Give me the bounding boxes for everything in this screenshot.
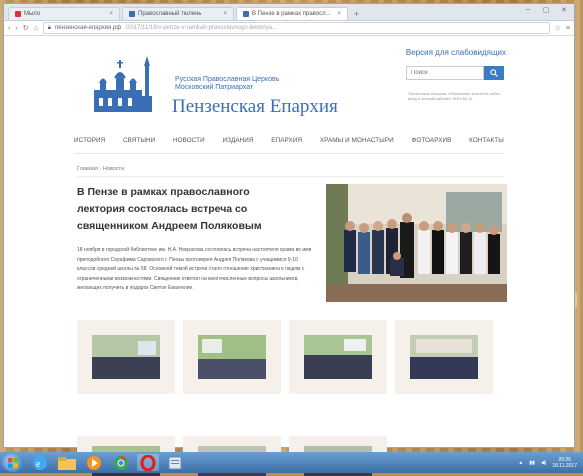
breadcrumb-divider bbox=[77, 176, 504, 177]
mail-favicon-icon bbox=[15, 11, 21, 17]
search-button[interactable] bbox=[484, 66, 504, 80]
header-note: Пензенская епархия, обновление контента … bbox=[408, 91, 501, 101]
nav-item-history[interactable]: ИСТОРИЯ bbox=[74, 137, 105, 149]
patriarchate-name: Московский Патриархат bbox=[175, 84, 254, 91]
search-icon bbox=[490, 69, 498, 77]
bookmark-star-icon[interactable]: ☆ bbox=[555, 24, 561, 32]
site-favicon-icon bbox=[243, 11, 249, 17]
article-body: 18 ноября в городской библиотеке им. Н.А… bbox=[77, 247, 312, 291]
svg-text:e: e bbox=[36, 459, 41, 470]
start-button[interactable] bbox=[2, 453, 24, 472]
gallery-item[interactable] bbox=[183, 320, 281, 394]
site-header: Русская Православная Церковь Московский … bbox=[66, 36, 512, 128]
nav-item-news[interactable]: НОВОСТИ bbox=[173, 137, 205, 149]
clock-date: 18.11.2017 bbox=[552, 462, 577, 469]
tab-label: Мыло bbox=[24, 11, 41, 17]
lock-icon: 🔒︎ bbox=[47, 24, 51, 31]
tab-strip: Мыло × Православный тюлень × В Пензе в р… bbox=[4, 4, 574, 21]
browser-toolbar: ‹ › ↻ ⌂ 🔒︎ пензенская-епархия.рф /2017/1… bbox=[4, 21, 574, 36]
breadcrumb: Главная › Новости bbox=[77, 166, 124, 172]
site-title[interactable]: Пензенская Епархия bbox=[172, 96, 338, 118]
browser-window: Мыло × Православный тюлень × В Пензе в р… bbox=[3, 3, 575, 476]
nav-item-photo-archive[interactable]: ФОТОАРХИВ bbox=[411, 137, 451, 149]
document-app-icon[interactable] bbox=[164, 454, 186, 471]
close-icon[interactable]: × bbox=[337, 11, 341, 17]
opera-icon[interactable] bbox=[137, 454, 159, 471]
address-path: /2017/11/18/v-penze-v-ramkah-pravoslavno… bbox=[125, 25, 277, 31]
forward-icon[interactable]: › bbox=[15, 25, 17, 32]
search-form bbox=[406, 66, 504, 80]
breadcrumb-separator: › bbox=[99, 166, 102, 172]
new-tab-button[interactable]: + bbox=[354, 9, 359, 19]
close-window-icon[interactable]: ✕ bbox=[558, 6, 570, 14]
nav-item-shrines[interactable]: СВЯТЫНИ bbox=[123, 137, 155, 149]
internet-explorer-icon[interactable]: e bbox=[29, 454, 51, 471]
windows-logo-icon bbox=[8, 457, 18, 468]
system-tray: ▲ ▮▮ ◀) 20:26 18.11.2017 bbox=[518, 457, 577, 469]
system-clock[interactable]: 20:26 18.11.2017 bbox=[552, 457, 577, 469]
close-icon[interactable]: × bbox=[223, 11, 227, 17]
tab-label: В Пензе в рамках правосл... bbox=[252, 11, 331, 17]
tab-orthodox[interactable]: Православный тюлень × bbox=[122, 7, 234, 20]
gallery-item[interactable] bbox=[77, 320, 175, 394]
accessibility-version-link[interactable]: Версия для слабовидящих bbox=[406, 48, 506, 57]
nav-item-contacts[interactable]: КОНТАКТЫ bbox=[469, 137, 504, 149]
address-domain: пензенская-епархия.рф bbox=[55, 25, 122, 31]
network-icon[interactable]: ▮▮ bbox=[529, 460, 535, 466]
minimize-icon[interactable]: – bbox=[522, 6, 534, 14]
main-navigation: ИСТОРИЯ СВЯТЫНИ НОВОСТИ ИЗДАНИЯ ЕПАРХИЯ … bbox=[66, 137, 512, 149]
cathedral-logo-icon[interactable] bbox=[90, 54, 154, 114]
home-icon[interactable]: ⌂ bbox=[34, 25, 38, 32]
nav-item-eparchy[interactable]: ЕПАРХИЯ bbox=[271, 137, 302, 149]
address-bar[interactable]: 🔒︎ пензенская-епархия.рф /2017/11/18/v-p… bbox=[42, 22, 550, 34]
file-explorer-icon[interactable] bbox=[56, 454, 78, 471]
church-name: Русская Православная Церковь bbox=[175, 76, 280, 83]
nav-item-publications[interactable]: ИЗДАНИЯ bbox=[222, 137, 253, 149]
windows-taskbar: e ▲ ▮▮ ◀) 20:26 18.11.2017 bbox=[0, 452, 583, 473]
reload-icon[interactable]: ↻ bbox=[23, 24, 29, 32]
nav-divider bbox=[74, 153, 504, 154]
media-player-icon[interactable] bbox=[83, 454, 105, 471]
window-controls: – ▢ ✕ bbox=[522, 6, 570, 14]
chrome-icon[interactable] bbox=[110, 454, 132, 471]
maximize-icon[interactable]: ▢ bbox=[540, 6, 552, 14]
webpage: Русская Православная Церковь Московский … bbox=[66, 36, 512, 476]
gallery-item[interactable] bbox=[395, 320, 493, 394]
tab-mail[interactable]: Мыло × bbox=[8, 7, 120, 20]
volume-icon[interactable]: ◀) bbox=[541, 460, 547, 466]
search-input[interactable] bbox=[406, 66, 484, 80]
menu-icon[interactable]: ≡ bbox=[566, 25, 570, 32]
tab-label: Православный тюлень bbox=[138, 11, 202, 17]
article-main-photo[interactable] bbox=[326, 184, 507, 302]
gallery-item[interactable] bbox=[289, 320, 387, 394]
breadcrumb-current[interactable]: Новости bbox=[103, 166, 124, 172]
tray-arrow-icon[interactable]: ▲ bbox=[518, 460, 523, 466]
site-favicon-icon bbox=[129, 11, 135, 17]
close-icon[interactable]: × bbox=[109, 11, 113, 17]
tab-article[interactable]: В Пензе в рамках правосл... × bbox=[236, 7, 348, 20]
nav-item-churches[interactable]: ХРАМЫ И МОНАСТЫРИ bbox=[320, 137, 394, 149]
breadcrumb-home[interactable]: Главная bbox=[77, 166, 98, 172]
article-title: В Пензе в рамках православного лектория … bbox=[77, 186, 262, 232]
back-icon[interactable]: ‹ bbox=[8, 25, 10, 32]
